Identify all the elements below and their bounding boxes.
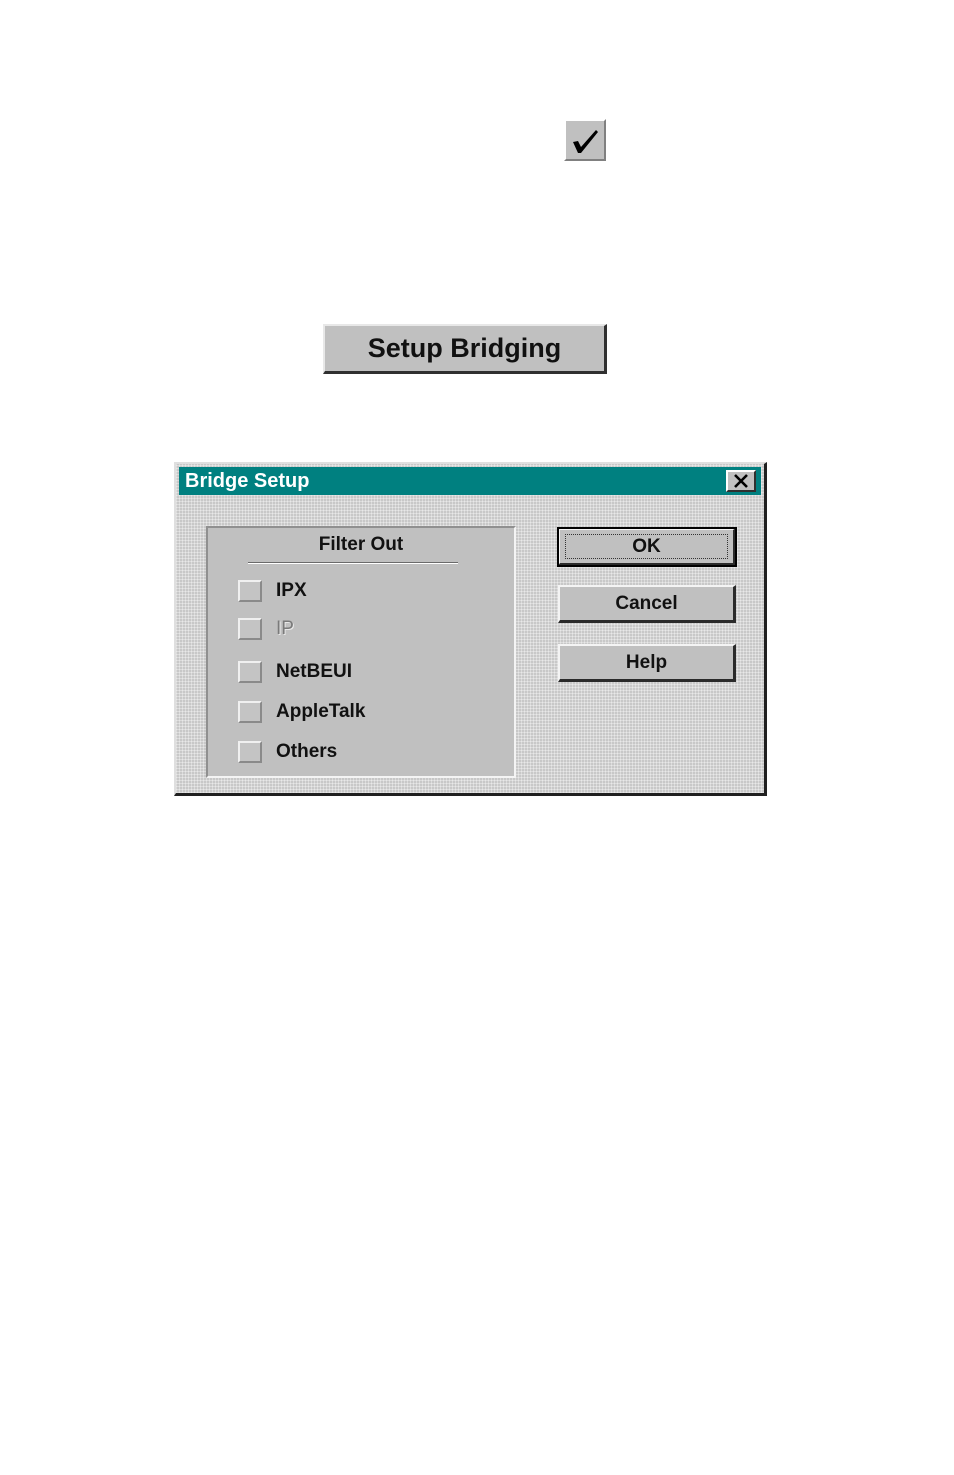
close-icon [734,474,748,488]
ipx-checkbox[interactable] [238,580,262,602]
ip-label: IP [276,618,294,639]
ip-checkbox [238,618,262,640]
checkmark-button[interactable] [564,119,606,161]
filter-option-others[interactable]: Others [238,739,337,765]
close-button[interactable] [726,470,756,492]
cancel-button[interactable]: Cancel [558,585,736,623]
netbeui-checkbox[interactable] [238,661,262,683]
bridge-setup-dialog: Bridge Setup Filter Out IPX IP NetBEUI A… [174,462,767,796]
filter-option-appletalk[interactable]: AppleTalk [238,699,365,725]
filter-out-title: Filter Out [318,534,404,555]
others-checkbox[interactable] [238,741,262,763]
ipx-label: IPX [276,580,307,601]
filter-option-ip: IP [238,616,294,642]
filter-option-netbeui[interactable]: NetBEUI [238,659,352,685]
setup-bridging-button[interactable]: Setup Bridging [323,324,607,374]
netbeui-label: NetBEUI [276,661,353,682]
help-button[interactable]: Help [558,644,736,682]
help-label: Help [625,651,668,673]
dialog-title: Bridge Setup [185,469,310,492]
focus-rectangle [565,534,728,559]
checkmark-icon [573,130,598,153]
cancel-label: Cancel [615,592,678,614]
appletalk-checkbox[interactable] [238,701,262,723]
filter-option-ipx[interactable]: IPX [238,578,307,604]
appletalk-label: AppleTalk [276,701,366,722]
setup-bridging-label: Setup Bridging [367,333,562,363]
others-label: Others [276,741,338,762]
group-divider [248,562,458,564]
filter-out-group: Filter Out IPX IP NetBEUI AppleTalk Othe… [206,526,516,778]
dialog-title-bar[interactable]: Bridge Setup [179,467,761,495]
ok-button[interactable]: OK [557,527,737,567]
